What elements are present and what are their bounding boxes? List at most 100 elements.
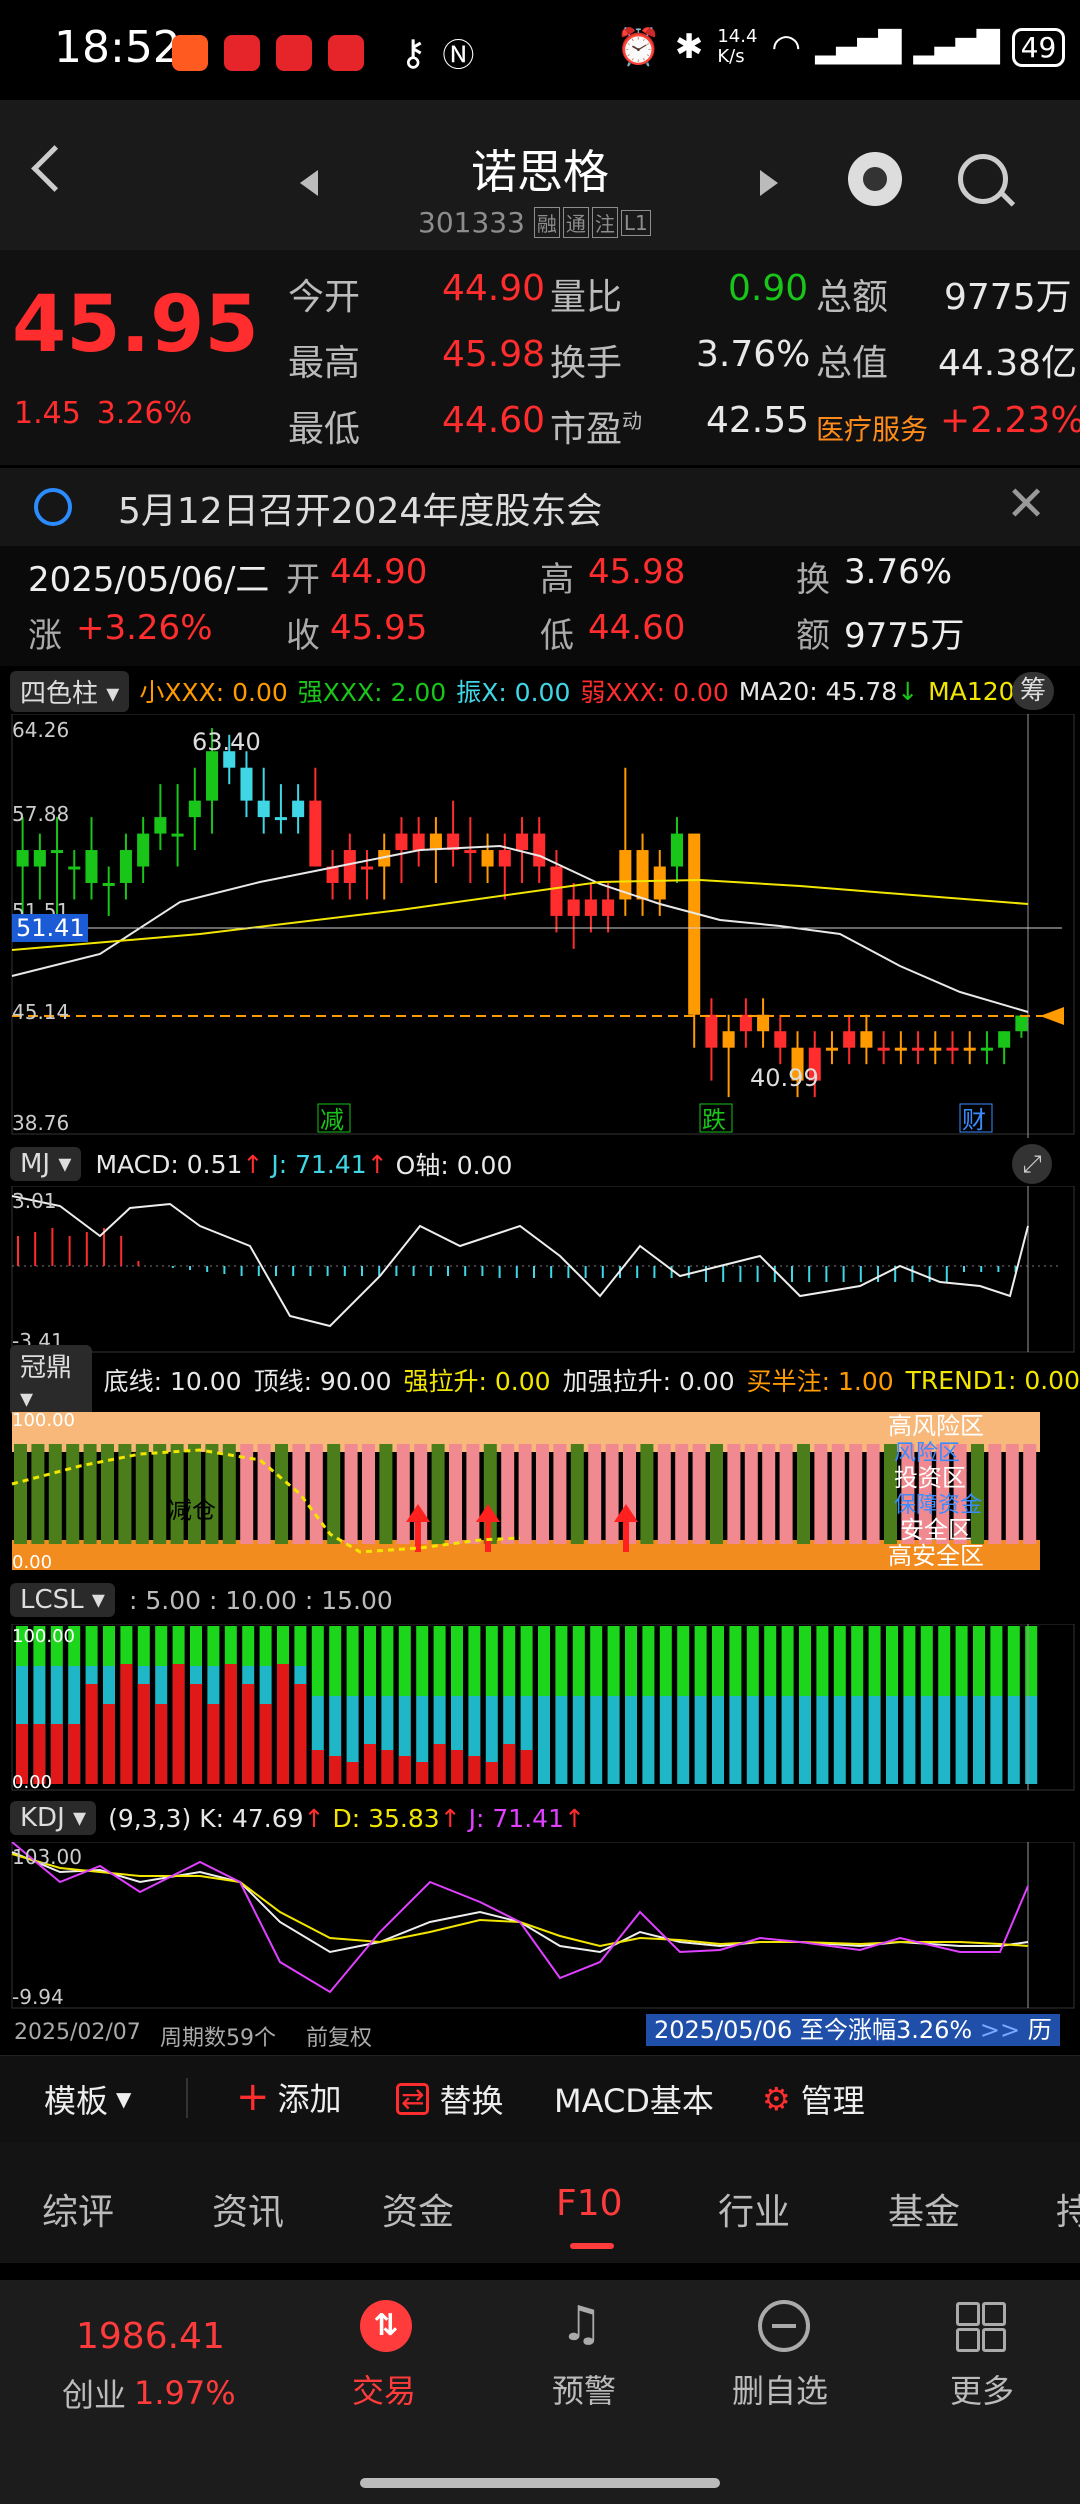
- expand-icon[interactable]: ⤢: [1012, 1144, 1052, 1184]
- manage-button[interactable]: ⚙ 管理: [762, 2076, 865, 2122]
- lcsl-bar-cyan: [764, 1696, 777, 1784]
- candle-body: [85, 850, 98, 883]
- index-info[interactable]: 创业 1.97%: [62, 2370, 236, 2416]
- change-pct: 3.26%: [96, 396, 193, 431]
- candle-body: [464, 850, 477, 854]
- gd-bar: [205, 1444, 219, 1544]
- lcsl-bar-red: [433, 1744, 446, 1784]
- index-value[interactable]: 1986.41: [76, 2316, 225, 2357]
- bell-icon[interactable]: ♫: [560, 2296, 603, 2352]
- stock-header: 诺思格 301333 融 通 注 L1: [0, 100, 1080, 250]
- lcsl-bar-green: [833, 1626, 846, 1696]
- tab-news[interactable]: 资讯: [212, 2183, 284, 2235]
- gd-bar: [66, 1444, 80, 1544]
- lcsl-bar-green: [451, 1626, 463, 1696]
- tab-fund[interactable]: 基金: [888, 2183, 960, 2235]
- tab-f10[interactable]: F10: [556, 2183, 623, 2224]
- gd-bar: [379, 1444, 393, 1544]
- candle-body: [998, 1031, 1011, 1048]
- vr-value: 0.90: [728, 268, 809, 309]
- start-date: 2025/02/07: [14, 2020, 141, 2045]
- range-info[interactable]: 2025/05/06 至今涨幅3.26% >> 历: [646, 2014, 1060, 2046]
- gd-bar: [849, 1444, 863, 1544]
- tab-overview[interactable]: 综评: [42, 2183, 114, 2235]
- nfc-icon: Ⓝ: [442, 36, 475, 74]
- lcsl-bar-cyan: [607, 1696, 620, 1784]
- add-button[interactable]: + 添加: [236, 2074, 342, 2120]
- battery-level: 49: [1020, 30, 1057, 64]
- lcsl-bar-cyan: [833, 1696, 846, 1784]
- y-label: 100.00: [12, 1626, 75, 1647]
- gd-bar: [362, 1444, 375, 1544]
- sector-link[interactable]: 医疗服务: [816, 408, 928, 448]
- candle-body: [102, 882, 115, 886]
- chip-distribution-button[interactable]: 筹: [1012, 672, 1054, 710]
- up-arrow-icon: ↑: [242, 1149, 264, 1179]
- gd-bar: [779, 1444, 793, 1544]
- kdj-legend: KDJ ▾ (9,3,3) K: 47.69 ↑ D: 35.83 ↑ J: 71.…: [0, 1796, 1080, 1840]
- ma120-line: [11, 878, 1029, 951]
- y-label: 57.88: [12, 802, 69, 826]
- day-turn-label: 换: [796, 560, 830, 600]
- macd-basic-button[interactable]: MACD基本: [554, 2076, 714, 2122]
- mktcap-value: 44.38亿: [938, 343, 1078, 384]
- nav-trade[interactable]: 交易: [352, 2366, 416, 2412]
- lcsl-bar-green: [694, 1626, 707, 1696]
- remove-icon[interactable]: [758, 2300, 810, 2352]
- lcsl-bar-red: [103, 1704, 115, 1784]
- lcsl-chart[interactable]: 100.00 0.00: [0, 1624, 1080, 1792]
- index-name: 创业: [62, 2376, 127, 2414]
- adjust-mode[interactable]: 前复权: [306, 2020, 372, 2052]
- kline-chart[interactable]: 64.26 57.88 51.51 45.14 38.76 51.41 63.4…: [0, 714, 1080, 1138]
- nav-more[interactable]: 更多: [950, 2366, 1014, 2412]
- lcsl-indicator-select[interactable]: LCSL ▾: [10, 1583, 115, 1617]
- close-icon[interactable]: ✕: [1006, 476, 1046, 532]
- lcsl-bar-red: [259, 1704, 272, 1784]
- mj-indicator-select[interactable]: MJ ▾: [10, 1147, 82, 1181]
- mj-chart[interactable]: 3.01 -3.41: [0, 1186, 1080, 1354]
- app-notify-icon: [172, 35, 208, 71]
- trade-icon[interactable]: ⇅: [360, 2300, 412, 2352]
- gd-chart[interactable]: 100.00 0.00 减仓 高风险区 风险区 投资区 保障资金 安全区 高安全…: [0, 1404, 1080, 1574]
- replace-button[interactable]: ⇄ 替换: [396, 2076, 503, 2122]
- template-button[interactable]: 模板 ▼: [44, 2076, 131, 2122]
- tab-industry[interactable]: 行业: [718, 2183, 790, 2235]
- event-label: 跌: [702, 1106, 726, 1134]
- plus-icon: +: [236, 2074, 270, 2120]
- gd-bar: [831, 1444, 845, 1544]
- robot-assistant-icon[interactable]: [848, 152, 902, 206]
- price-change: 1.45 3.26%: [14, 396, 192, 431]
- candle-body: [171, 833, 184, 837]
- tab-holdings[interactable]: 持: [1056, 2183, 1080, 2235]
- kdj-indicator-select[interactable]: KDJ ▾: [10, 1801, 97, 1835]
- kdj-chart[interactable]: 103.00 -9.94: [0, 1842, 1080, 2010]
- notice-bar[interactable]: 5月12日召开2024年度股东会 ✕: [0, 468, 1080, 546]
- home-indicator: [360, 2478, 720, 2488]
- lcsl-bar-green: [433, 1626, 446, 1696]
- nav-alert[interactable]: 预警: [552, 2366, 616, 2412]
- candle-body: [412, 833, 425, 851]
- day-high-label: 高: [540, 560, 574, 600]
- kline-frame: [11, 714, 1075, 1135]
- next-stock-icon[interactable]: [760, 170, 778, 196]
- replace-label: 替换: [439, 2082, 504, 2120]
- grid-icon[interactable]: [956, 2302, 1006, 2352]
- notice-text[interactable]: 5月12日召开2024年度股东会: [118, 482, 602, 534]
- lcsl-bar-green: [1025, 1626, 1038, 1696]
- turnover-label: 换手: [550, 343, 623, 384]
- main-indicator-select[interactable]: 四色柱 ▾: [10, 670, 130, 712]
- nav-delete-fav[interactable]: 删自选: [732, 2366, 828, 2412]
- lcsl-bar-green: [311, 1626, 324, 1696]
- lcsl-bar-green: [468, 1626, 481, 1696]
- divider: [186, 2078, 188, 2118]
- gd-legend-items: 底线: 10.00 顶线: 90.00 强拉升: 0.00 加强拉升: 0.00…: [104, 1362, 1080, 1398]
- tab-funds[interactable]: 资金: [382, 2183, 454, 2235]
- lcsl-bar-cyan: [990, 1696, 1003, 1784]
- gd-bar: [396, 1444, 410, 1544]
- zone-label: 安全区: [900, 1516, 972, 1544]
- ma20-line: [11, 844, 1029, 1013]
- candle-body: [16, 850, 29, 867]
- zone-label: 保障资金: [894, 1493, 982, 1518]
- candle-body: [360, 866, 374, 870]
- lcsl-bar-green: [224, 1626, 237, 1666]
